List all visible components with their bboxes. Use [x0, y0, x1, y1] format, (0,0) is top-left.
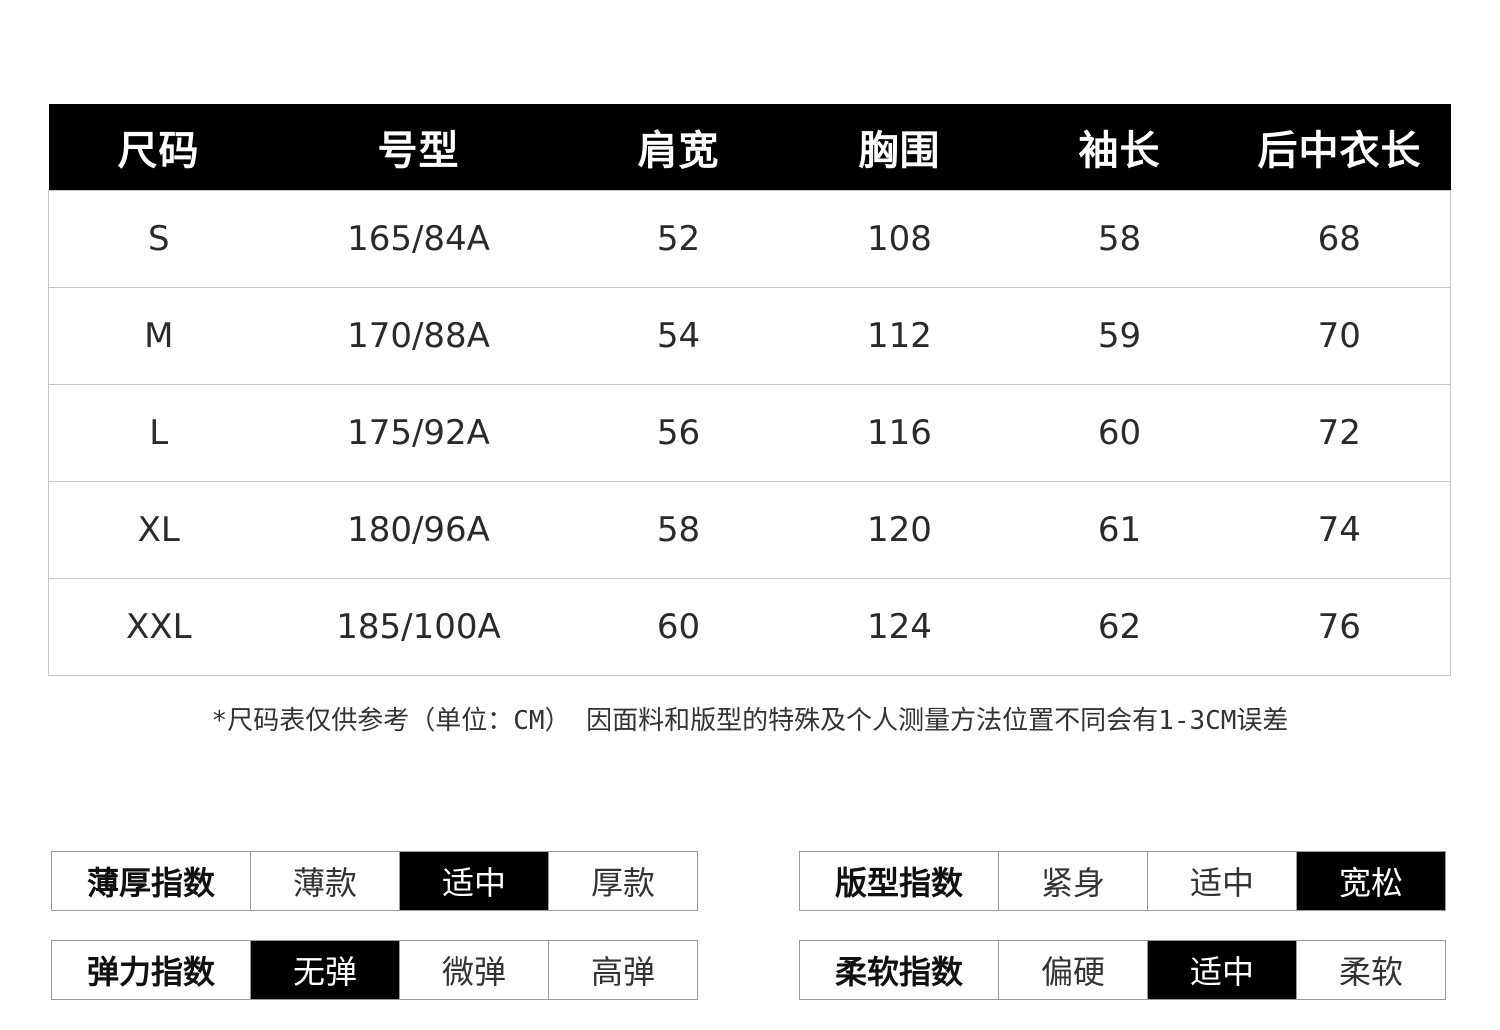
cell-shoulder: 52 — [568, 190, 789, 288]
fit-index: 版型指数 紧身 适中 宽松 — [799, 851, 1446, 911]
table-row: M 170/88A 54 112 59 70 — [48, 287, 1451, 385]
cell-size: XL — [48, 481, 269, 579]
cell-shoulder: 60 — [568, 578, 789, 676]
thickness-index-label: 薄厚指数 — [86, 864, 215, 902]
cell-chest: 108 — [788, 190, 1011, 288]
cell-back-length: 72 — [1228, 384, 1451, 482]
cell-back-length: 74 — [1228, 481, 1451, 579]
softness-index-label: 柔软指数 — [834, 953, 963, 991]
softness-option-medium: 适中 — [1147, 941, 1296, 999]
table-row: XL 180/96A 58 120 61 74 — [48, 481, 1451, 579]
elasticity-option-high: 高弹 — [548, 941, 697, 999]
size-chart-table: 尺码 号型 肩宽 胸围 袖长 后中衣长 S 165/84A 52 108 58 … — [48, 104, 1451, 676]
softness-option-firm: 偏硬 — [998, 941, 1147, 999]
cell-shoulder: 56 — [568, 384, 789, 482]
cell-chest: 124 — [788, 578, 1011, 676]
cell-sleeve: 58 — [1010, 190, 1229, 288]
header-back-length: 后中衣长 — [1228, 104, 1451, 191]
thickness-index: 薄厚指数 薄款 适中 厚款 — [51, 851, 698, 911]
header-shoulder: 肩宽 — [568, 104, 789, 191]
table-row: S 165/84A 52 108 58 68 — [48, 190, 1451, 288]
header-size: 尺码 — [48, 104, 269, 191]
cell-model: 170/88A — [268, 287, 569, 385]
cell-sleeve: 60 — [1010, 384, 1229, 482]
cell-size: L — [48, 384, 269, 482]
cell-sleeve: 59 — [1010, 287, 1229, 385]
cell-sleeve: 61 — [1010, 481, 1229, 579]
elasticity-option-none: 无弹 — [250, 941, 399, 999]
header-model: 号型 — [268, 104, 569, 191]
thickness-option-thick: 厚款 — [548, 852, 697, 910]
cell-back-length: 70 — [1228, 287, 1451, 385]
cell-model: 180/96A — [268, 481, 569, 579]
thickness-option-medium: 适中 — [399, 852, 548, 910]
cell-model: 185/100A — [268, 578, 569, 676]
fit-option-regular: 适中 — [1147, 852, 1296, 910]
cell-model: 165/84A — [268, 190, 569, 288]
fit-index-label: 版型指数 — [834, 864, 963, 902]
table-row: L 175/92A 56 116 60 72 — [48, 384, 1451, 482]
cell-shoulder: 58 — [568, 481, 789, 579]
cell-model: 175/92A — [268, 384, 569, 482]
elasticity-index-label: 弹力指数 — [86, 953, 215, 991]
softness-option-soft: 柔软 — [1296, 941, 1445, 999]
fit-option-loose: 宽松 — [1296, 852, 1445, 910]
header-sleeve: 袖长 — [1010, 104, 1229, 191]
cell-size: XXL — [48, 578, 269, 676]
table-row: XXL 185/100A 60 124 62 76 — [48, 578, 1451, 676]
header-chest: 胸围 — [788, 104, 1011, 191]
cell-size: S — [48, 190, 269, 288]
elasticity-option-slight: 微弹 — [399, 941, 548, 999]
cell-back-length: 68 — [1228, 190, 1451, 288]
size-note: *尺码表仅供参考（单位：CM） 因面料和版型的特殊及个人测量方法位置不同会有1-… — [211, 706, 1289, 736]
cell-sleeve: 62 — [1010, 578, 1229, 676]
cell-size: M — [48, 287, 269, 385]
softness-index: 柔软指数 偏硬 适中 柔软 — [799, 940, 1446, 1000]
elasticity-index: 弹力指数 无弹 微弹 高弹 — [51, 940, 698, 1000]
cell-chest: 116 — [788, 384, 1011, 482]
fit-option-slim: 紧身 — [998, 852, 1147, 910]
cell-chest: 120 — [788, 481, 1011, 579]
cell-back-length: 76 — [1228, 578, 1451, 676]
cell-chest: 112 — [788, 287, 1011, 385]
cell-shoulder: 54 — [568, 287, 789, 385]
table-header-row: 尺码 号型 肩宽 胸围 袖长 后中衣长 — [48, 104, 1451, 191]
thickness-option-thin: 薄款 — [250, 852, 399, 910]
